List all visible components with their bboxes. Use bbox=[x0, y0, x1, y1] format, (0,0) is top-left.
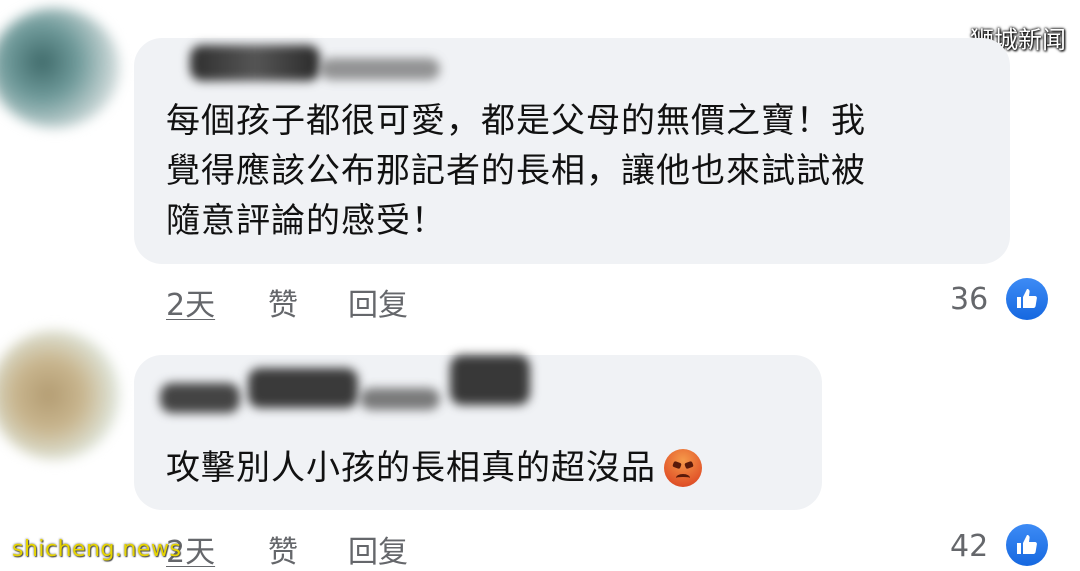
comment-text: 每個孩子都很可愛，都是父母的無價之寶！我 覺得應該公布那記者的長相，讓他也來試試… bbox=[166, 101, 866, 241]
watermark-bottom-left: shicheng.news bbox=[12, 537, 182, 562]
reaction-count[interactable]: 42 bbox=[950, 529, 988, 564]
comment-text-row: 攻擊別人小孩的長相真的超沒品 bbox=[166, 443, 806, 493]
author-name-redacted[interactable] bbox=[190, 45, 320, 81]
thumbs-up-glyph-icon bbox=[1017, 535, 1037, 554]
thumbs-up-icon[interactable] bbox=[1006, 278, 1048, 320]
reply-button[interactable]: 回复 bbox=[348, 280, 408, 324]
author-name-redacted-part bbox=[450, 355, 530, 405]
author-name-redacted-part bbox=[360, 388, 440, 410]
avatar-blurred[interactable] bbox=[0, 330, 120, 460]
like-button[interactable]: 赞 bbox=[268, 527, 298, 571]
reply-button[interactable]: 回复 bbox=[348, 527, 408, 571]
comment-timestamp[interactable]: 2天 bbox=[166, 280, 215, 324]
author-name-redacted[interactable] bbox=[160, 383, 240, 413]
reaction-count[interactable]: 36 bbox=[950, 282, 988, 317]
author-name-redacted-part bbox=[248, 368, 358, 408]
thumbs-up-glyph-icon bbox=[1017, 289, 1037, 308]
comment-text: 攻擊別人小孩的長相真的超沒品 bbox=[166, 448, 656, 488]
thumbs-up-icon[interactable] bbox=[1006, 524, 1048, 566]
author-name-redacted-part bbox=[320, 58, 440, 80]
angry-face-icon bbox=[664, 449, 702, 487]
avatar-blurred[interactable] bbox=[0, 8, 120, 128]
like-button[interactable]: 赞 bbox=[268, 280, 298, 324]
